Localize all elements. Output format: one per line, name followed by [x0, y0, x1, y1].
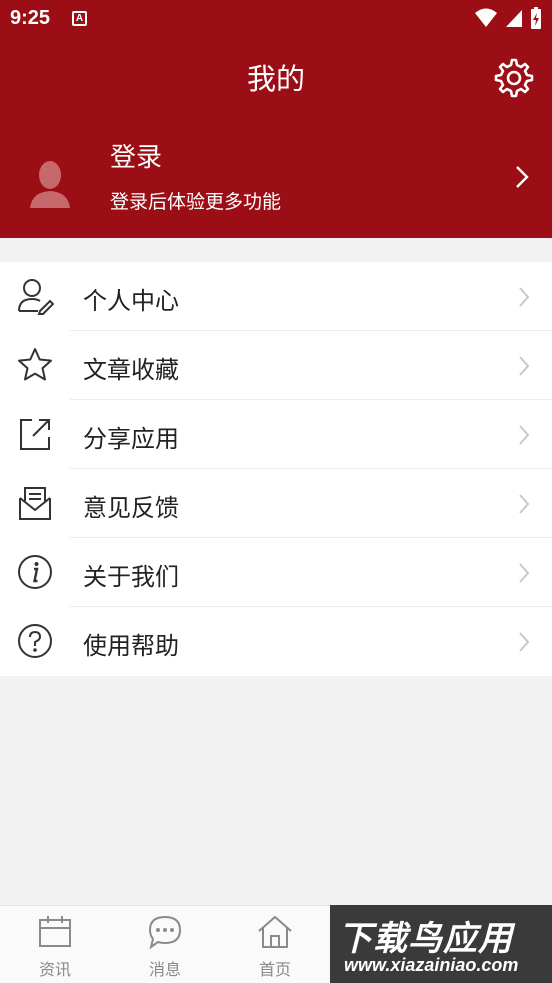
menu-item-favorites[interactable]: 文章收藏	[0, 331, 552, 400]
menu-item-about-us[interactable]: 关于我们	[0, 538, 552, 607]
chevron-right-icon	[519, 356, 530, 376]
user-edit-icon	[18, 279, 54, 315]
chevron-right-icon[interactable]	[514, 164, 530, 190]
star-icon	[18, 348, 52, 381]
menu-label: 个人中心	[83, 287, 179, 315]
wifi-icon	[475, 8, 497, 27]
tab-messages[interactable]: 消息	[110, 906, 220, 983]
status-time: 9:25	[10, 7, 51, 29]
avatar-icon	[30, 161, 70, 208]
tab-label: 消息	[148, 960, 181, 979]
avatar[interactable]	[28, 158, 72, 208]
chevron-right-icon	[519, 425, 530, 445]
watermark-logo: 下载鸟应用 www.xiazainiao.com	[330, 905, 552, 983]
settings-button[interactable]	[492, 56, 536, 100]
menu-label: 文章收藏	[83, 356, 179, 384]
login-subtitle: 登录后体验更多功能	[110, 191, 282, 213]
menu-label: 分享应用	[83, 425, 179, 453]
calendar-icon	[39, 916, 71, 947]
help-icon	[18, 624, 52, 658]
chevron-right-icon	[519, 632, 530, 652]
menu-item-share-app[interactable]: 分享应用	[0, 400, 552, 469]
menu-item-help[interactable]: 使用帮助	[0, 607, 552, 676]
menu-item-feedback[interactable]: 意见反馈	[0, 469, 552, 538]
info-icon	[18, 555, 52, 589]
chevron-right-icon	[519, 563, 530, 583]
menu-label: 关于我们	[83, 563, 179, 591]
status-bar: 9:25 A	[0, 0, 552, 38]
gear-icon	[494, 58, 534, 98]
page-title: 我的	[246, 62, 305, 96]
tab-home[interactable]: 首页	[220, 906, 330, 983]
signal-icon	[506, 10, 522, 27]
menu-label: 使用帮助	[83, 632, 179, 660]
chat-icon	[148, 915, 182, 950]
share-icon	[20, 419, 50, 450]
menu-item-personal-center[interactable]: 个人中心	[0, 262, 552, 331]
tab-label: 首页	[258, 960, 291, 979]
watermark-title: 下载鸟应用	[338, 919, 513, 959]
mail-icon	[19, 487, 51, 520]
tab-label: 资讯	[38, 960, 71, 979]
watermark-url: www.xiazainiao.com	[344, 955, 519, 975]
menu-list: 个人中心 文章收藏 分享应用 意见反馈 关于我们 使用帮助	[0, 262, 552, 676]
notification-icon: A	[72, 11, 87, 26]
login-title[interactable]: 登录	[110, 137, 162, 174]
profile-header: 9:25 A 我的 登录 登录后体验更多功能	[0, 0, 552, 238]
battery-icon	[531, 7, 541, 29]
home-icon	[258, 916, 292, 948]
menu-label: 意见反馈	[83, 494, 179, 522]
status-icons	[474, 6, 542, 30]
tab-news[interactable]: 资讯	[0, 906, 110, 983]
chevron-right-icon	[519, 287, 530, 307]
chevron-right-icon	[519, 494, 530, 514]
